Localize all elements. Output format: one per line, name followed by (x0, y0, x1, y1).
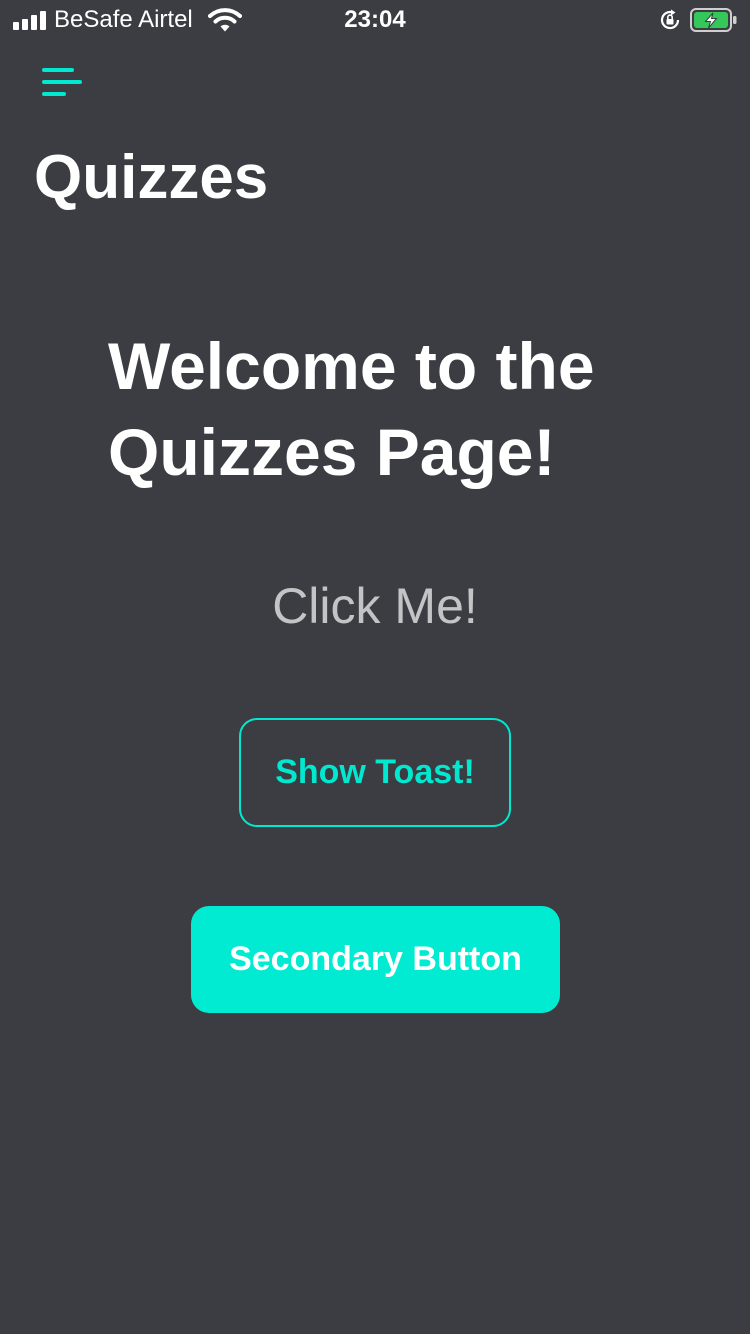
page-title: Quizzes (34, 143, 269, 212)
show-toast-button[interactable]: Show Toast! (239, 718, 511, 827)
status-time: 23:04 (344, 6, 406, 33)
signal-bars-icon (13, 10, 47, 30)
rotation-lock-icon (660, 9, 680, 30)
status-bar: BeSafe Airtel 23:04 (0, 0, 750, 40)
menu-button[interactable] (36, 62, 88, 106)
wifi-icon (208, 8, 242, 32)
welcome-heading: Welcome to the Quizzes Page! (108, 329, 595, 489)
carrier-name: BeSafe Airtel (54, 6, 193, 33)
battery-charging-icon (690, 8, 737, 32)
click-me-button[interactable]: Click Me! (0, 574, 750, 638)
secondary-button[interactable]: Secondary Button (191, 906, 560, 1013)
